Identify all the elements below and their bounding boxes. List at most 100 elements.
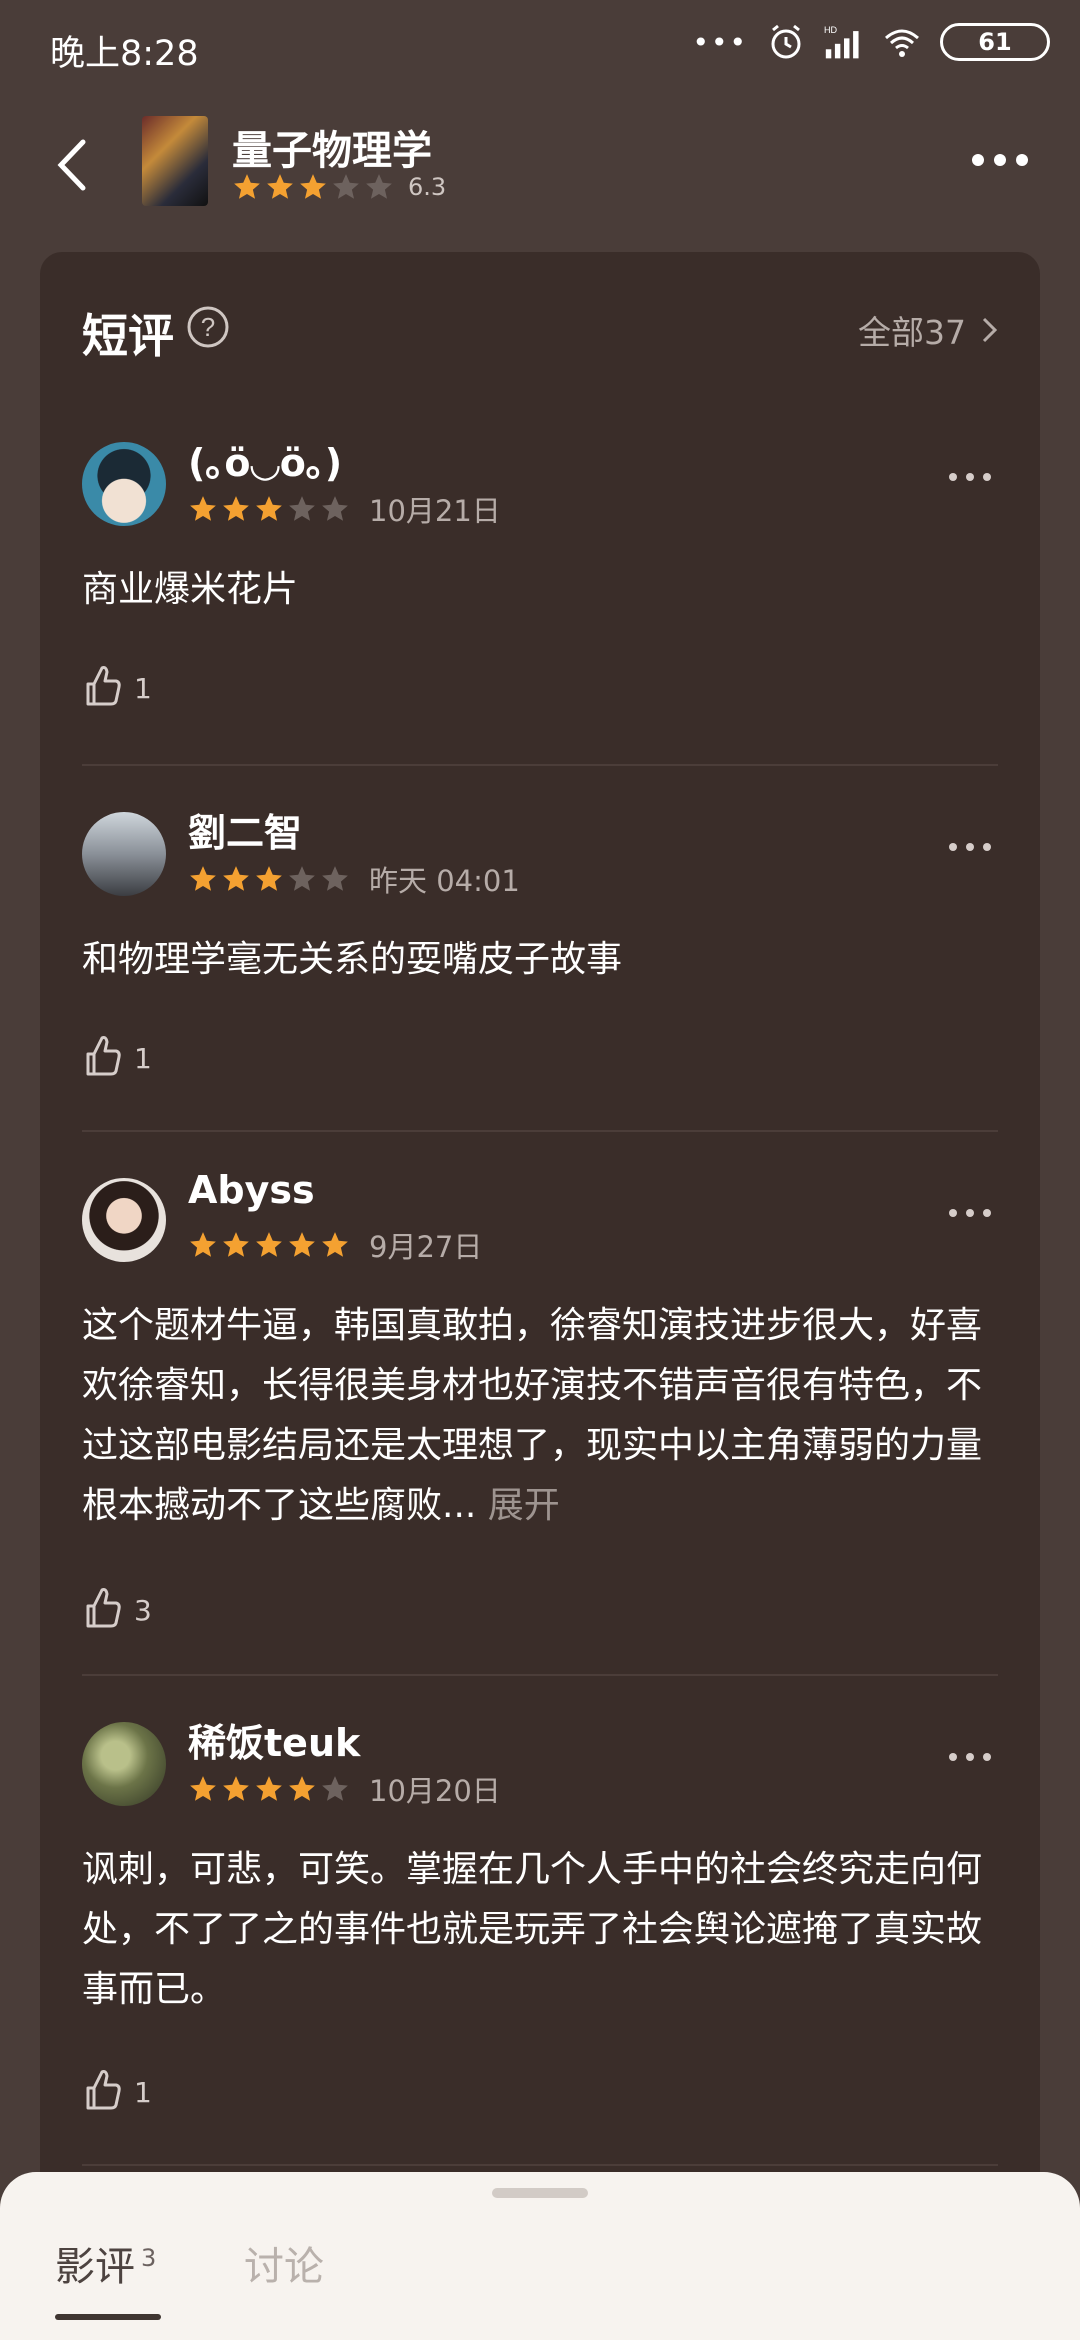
star-filled-icon [300, 174, 326, 199]
review-more-icon[interactable] [945, 832, 995, 862]
review-meta: 9月27日 [188, 1224, 482, 1266]
back-arrow-icon[interactable] [45, 120, 105, 210]
star-filled-icon [223, 1776, 249, 1801]
bottom-sheet: 影评 3 讨论 [0, 2172, 1080, 2340]
like-button[interactable]: 1 [82, 664, 152, 712]
review-text: 和物理学毫无关系的耍嘴皮子故事 [82, 939, 623, 980]
battery-indicator: 61 [940, 23, 1050, 61]
review-text: 这个题材牛逼，韩国真敢拍，徐睿知演技进步很大，好喜欢徐睿知，长得很美身材也好演技… [82, 1296, 1002, 1536]
review-date: 10月20日 [369, 1774, 501, 1808]
star-filled-icon [190, 866, 216, 891]
expand-link[interactable]: 展开 [488, 1485, 560, 1526]
reviewer-name[interactable]: (｡ö◡ö｡) [188, 432, 342, 487]
more-dots-icon: ••• [692, 25, 748, 59]
review-stars [188, 1230, 350, 1260]
movie-title: 量子物理学 [232, 128, 432, 174]
thumbs-up-icon [82, 664, 122, 712]
status-icons: ••• HD 61 [692, 22, 1050, 62]
star-filled-icon [234, 174, 260, 199]
avatar[interactable] [82, 442, 166, 526]
star-filled-icon [289, 1232, 315, 1257]
reviewer-name[interactable]: Abyss [188, 1168, 315, 1212]
review-meta: 10月21日 [188, 488, 501, 530]
movie-rating: 6.3 [232, 172, 446, 202]
review-date: 9月27日 [369, 1230, 483, 1264]
thumbs-up-icon [82, 2068, 122, 2116]
review-stars [188, 864, 350, 894]
review-meta: 昨天 04:01 [188, 858, 520, 900]
tab-film-reviews[interactable]: 影评 3 [55, 2234, 156, 2292]
reviewer-name[interactable]: 稀饭teuk [188, 1712, 360, 1767]
signal-icon: HD [824, 25, 859, 59]
review-text: 商业爆米花片 [82, 569, 299, 610]
star-empty-icon [333, 174, 359, 199]
star-empty-icon [366, 174, 392, 199]
thumbs-up-icon [82, 1586, 122, 1634]
tab-film-reviews-count: 3 [141, 2243, 157, 2272]
view-all-label: 全部37 [858, 313, 966, 352]
reviewer-name[interactable]: 劉二智 [188, 802, 302, 857]
star-filled-icon [256, 1232, 282, 1257]
card-header: 短评 ? 全部37 [40, 252, 1040, 382]
star-filled-icon [289, 1776, 315, 1801]
star-filled-icon [256, 1776, 282, 1801]
star-filled-icon [190, 496, 216, 521]
avatar[interactable] [82, 1178, 166, 1262]
movie-poster[interactable] [142, 116, 208, 206]
review-stars [188, 494, 350, 524]
star-filled-icon [223, 866, 249, 891]
like-button[interactable]: 1 [82, 2068, 152, 2116]
star-filled-icon [256, 866, 282, 891]
like-button[interactable]: 3 [82, 1586, 152, 1634]
chevron-right-icon [982, 317, 998, 343]
star-empty-icon [322, 1776, 348, 1801]
review-date: 10月21日 [369, 494, 501, 528]
avatar[interactable] [82, 1722, 166, 1806]
star-empty-icon [322, 866, 348, 891]
review-meta: 10月20日 [188, 1768, 501, 1810]
avatar[interactable] [82, 812, 166, 896]
help-icon[interactable]: ? [185, 304, 231, 350]
rating-score: 6.3 [408, 173, 447, 201]
star-filled-icon [190, 1232, 216, 1257]
star-filled-icon [267, 174, 293, 199]
star-filled-icon [256, 496, 282, 521]
divider [82, 2164, 998, 2166]
like-count: 1 [134, 1041, 152, 1075]
section-title: 短评 [82, 309, 174, 363]
review-more-icon[interactable] [945, 1198, 995, 1228]
divider [82, 1674, 998, 1676]
status-bar: 晚上8:28 ••• HD 61 [0, 0, 1080, 100]
header-stars [232, 172, 394, 202]
star-empty-icon [322, 496, 348, 521]
star-empty-icon [289, 496, 315, 521]
like-button[interactable]: 1 [82, 1034, 152, 1082]
divider [82, 1130, 998, 1132]
more-options-icon[interactable] [960, 130, 1040, 190]
star-filled-icon [223, 496, 249, 521]
status-time: 晚上8:28 [50, 34, 199, 74]
short-reviews-card: 短评 ? 全部37 (｡ö◡ö｡) 10月21日 商业爆米花片 1 劉二智 昨天… [40, 252, 1040, 2252]
active-tab-indicator [55, 2314, 161, 2320]
wifi-icon [885, 29, 919, 57]
drag-handle[interactable] [492, 2188, 588, 2198]
view-all-link[interactable]: 全部37 [858, 306, 1000, 354]
divider [82, 764, 998, 766]
star-filled-icon [223, 1232, 249, 1257]
review-more-icon[interactable] [945, 462, 995, 492]
review-text: 讽刺，可悲，可笑。掌握在几个人手中的社会终究走向何处，不了了之的事件也就是玩弄了… [82, 1849, 983, 2010]
movie-header: 量子物理学 6.3 [0, 100, 1080, 230]
like-count: 3 [134, 1593, 152, 1627]
review-more-icon[interactable] [945, 1742, 995, 1772]
star-filled-icon [190, 1776, 216, 1801]
like-count: 1 [134, 2075, 152, 2109]
svg-text:?: ? [201, 312, 215, 342]
star-empty-icon [289, 866, 315, 891]
review-stars [188, 1774, 350, 1804]
like-count: 1 [134, 671, 152, 705]
review-date: 昨天 04:01 [369, 864, 520, 898]
tab-discussion[interactable]: 讨论 [244, 2234, 324, 2292]
thumbs-up-icon [82, 1034, 122, 1082]
tab-film-reviews-label: 影评 [55, 2244, 135, 2290]
network-type-label: HD [824, 25, 838, 35]
